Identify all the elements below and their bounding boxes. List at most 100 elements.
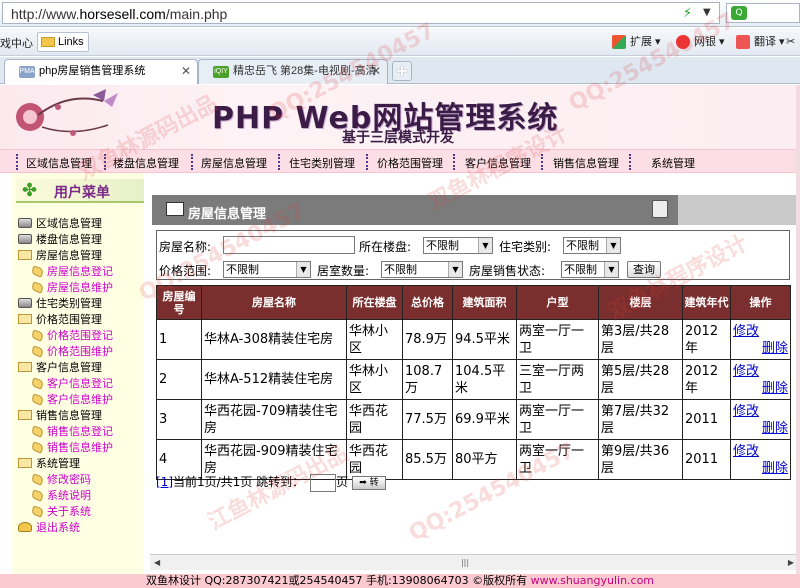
sidebar-item-house-maintain[interactable]: 房屋信息维护 [30,279,113,295]
sidebar-item-customer[interactable]: 客户信息管理 [18,359,102,375]
nav-separator [366,154,368,170]
cell-name: 华林A-512精装住宅房 [201,359,347,400]
sidebar-item-system[interactable]: 系统管理 [18,455,80,471]
extensions-button[interactable]: 扩展 ▾ [612,33,661,51]
price-range-select-value: 不限制 [226,263,259,276]
sidebar-item-system-info[interactable]: 系统说明 [30,487,91,503]
column-header: 户型 [516,285,599,320]
search-engine-icon[interactable]: Q [731,6,747,20]
tab-strip: PMA php房屋销售管理系统 ✕ iQIY 精忠岳飞 第28集-电视剧-高清 … [0,57,800,84]
new-tab-button[interactable]: + [392,61,412,81]
cell-building: 华林小区 [346,359,403,400]
iqiyi-favicon-icon: iQIY [213,66,229,78]
sidebar-item-residence-type[interactable]: 住宅类别管理 [18,295,102,311]
nav-item-customer[interactable]: 客户信息管理 [465,155,531,171]
search-button[interactable]: 查询 [627,261,661,278]
cell-name: 华林A-308精装住宅房 [201,319,347,360]
delete-link[interactable]: 删除 [733,340,788,357]
nav-item-residence-type[interactable]: 住宅类别管理 [289,155,355,171]
nav-item-price-range[interactable]: 价格范围管理 [377,155,443,171]
nav-item-sales[interactable]: 销售信息管理 [553,155,619,171]
close-icon[interactable]: ✕ [181,60,191,83]
scroll-thumb[interactable]: ||| [450,558,480,568]
sidebar-item-house-register[interactable]: 房屋信息登记 [30,263,113,279]
url-input[interactable]: http://www.horsesell.com/main.php ⚡ ▼ [2,2,720,24]
sidebar-item-customer-maintain[interactable]: 客户信息维护 [30,391,113,407]
sidebar-item-label: 房屋信息登记 [47,265,113,278]
leaf-icon [30,473,45,486]
leaf-icon [30,265,45,278]
sidebar-item-logout[interactable]: 退出系统 [18,519,80,535]
nav-separator [629,154,631,170]
cell-actions: 修改 删除 [730,399,791,440]
bookmark-game-center[interactable]: 戏中心 [0,35,33,51]
price-range-select[interactable]: 不限制 ▼ [223,261,311,278]
residence-type-select[interactable]: 不限制 ▼ [563,237,621,254]
nav-item-house[interactable]: 房屋信息管理 [201,155,267,171]
edit-link[interactable]: 修改 [733,403,788,420]
speed-mode-icon[interactable]: ⚡ [683,7,695,21]
close-icon[interactable]: ✕ [371,60,381,83]
column-header: 房屋名称 [201,285,347,320]
cell-year: 2011 [682,399,731,440]
nav-item-system[interactable]: 系统管理 [651,155,695,171]
column-header: 建筑面积 [452,285,517,320]
tab-php-system[interactable]: PMA php房屋销售管理系统 ✕ [4,59,198,84]
address-bar: http://www.horsesell.com/main.php ⚡ ▼ Q [0,0,800,27]
footer-site-link[interactable]: www.shuangyulin.com [531,574,654,587]
building-select[interactable]: 不限制 ▼ [423,237,493,254]
sidebar-item-price-range[interactable]: 价格范围管理 [18,311,102,327]
url-text: http://www.horsesell.com/main.php [11,6,228,22]
section-header: 房屋信息管理 [152,195,798,225]
scissors-icon[interactable]: ✂ [786,35,795,48]
cell-building: 华西花园 [346,399,403,440]
sidebar-item-price-register[interactable]: 价格范围登记 [30,327,113,343]
horizontal-scrollbar[interactable]: ◀ ||| ▶ [150,554,798,570]
page-jump-input[interactable] [310,473,337,492]
leaf-icon [30,489,45,502]
bookmark-links-folder[interactable]: Links [37,32,89,52]
go-button[interactable]: ➡ 转 [351,475,386,490]
edit-link[interactable]: 修改 [733,323,788,340]
sidebar-item-customer-register[interactable]: 客户信息登记 [30,375,113,391]
sidebar-item-sales[interactable]: 销售信息管理 [18,407,102,423]
edit-link[interactable]: 修改 [733,443,788,460]
price-range-label: 价格范围: [159,264,212,278]
delete-link[interactable]: 删除 [733,460,788,477]
sidebar-item-building[interactable]: 楼盘信息管理 [18,231,102,247]
scroll-right-icon[interactable]: ▶ [788,558,794,567]
sidebar-item-label: 销售信息维护 [47,441,113,454]
sale-status-select[interactable]: 不限制 ▼ [561,261,619,278]
search-box[interactable]: Q [726,3,800,23]
table-header-row: 房屋编号 房屋名称 所在楼盘 总价格 建筑面积 户型 楼层 建筑年代 操作 [156,285,791,320]
bank-button[interactable]: 网银 ▾ [676,33,725,51]
column-header: 操作 [730,285,791,320]
sidebar-item-change-password[interactable]: 修改密码 [30,471,91,487]
page-link[interactable]: [1] [156,475,173,489]
cell-layout: 两室一厅一卫 [516,319,599,360]
bank-label: 网银 [694,36,716,48]
sidebar-item-price-maintain[interactable]: 价格范围维护 [30,343,113,359]
house-name-input[interactable] [223,236,355,254]
nav-item-area[interactable]: 区域信息管理 [26,155,92,171]
sidebar-item-about[interactable]: 关于系统 [30,503,91,519]
sidebar-item-house[interactable]: 房屋信息管理 [18,247,102,263]
site-banner: PHP Web网站管理系统 基于三层模式开发 [0,85,800,149]
tab-video[interactable]: iQIY 精忠岳飞 第28集-电视剧-高清 ✕ [198,59,388,84]
sidebar-item-sales-register[interactable]: 销售信息登记 [30,423,113,439]
edit-link[interactable]: 修改 [733,363,788,380]
exit-icon [18,522,32,532]
scroll-left-icon[interactable]: ◀ [154,558,160,567]
cell-floor: 第7层/共32层 [598,399,683,440]
sidebar-item-area[interactable]: 区域信息管理 [18,215,102,231]
translate-button[interactable]: 翻译 ▾ [736,33,785,51]
delete-link[interactable]: 删除 [733,420,788,437]
room-count-select-value: 不限制 [384,263,417,276]
sidebar-item-sales-maintain[interactable]: 销售信息维护 [30,439,113,455]
delete-link[interactable]: 删除 [733,380,788,397]
nav-separator [278,154,280,170]
chevron-down-icon[interactable]: ▼ [703,7,717,21]
room-count-select[interactable]: 不限制 ▼ [381,261,463,278]
nav-item-building[interactable]: 楼盘信息管理 [113,155,179,171]
printer-icon[interactable] [652,200,668,218]
